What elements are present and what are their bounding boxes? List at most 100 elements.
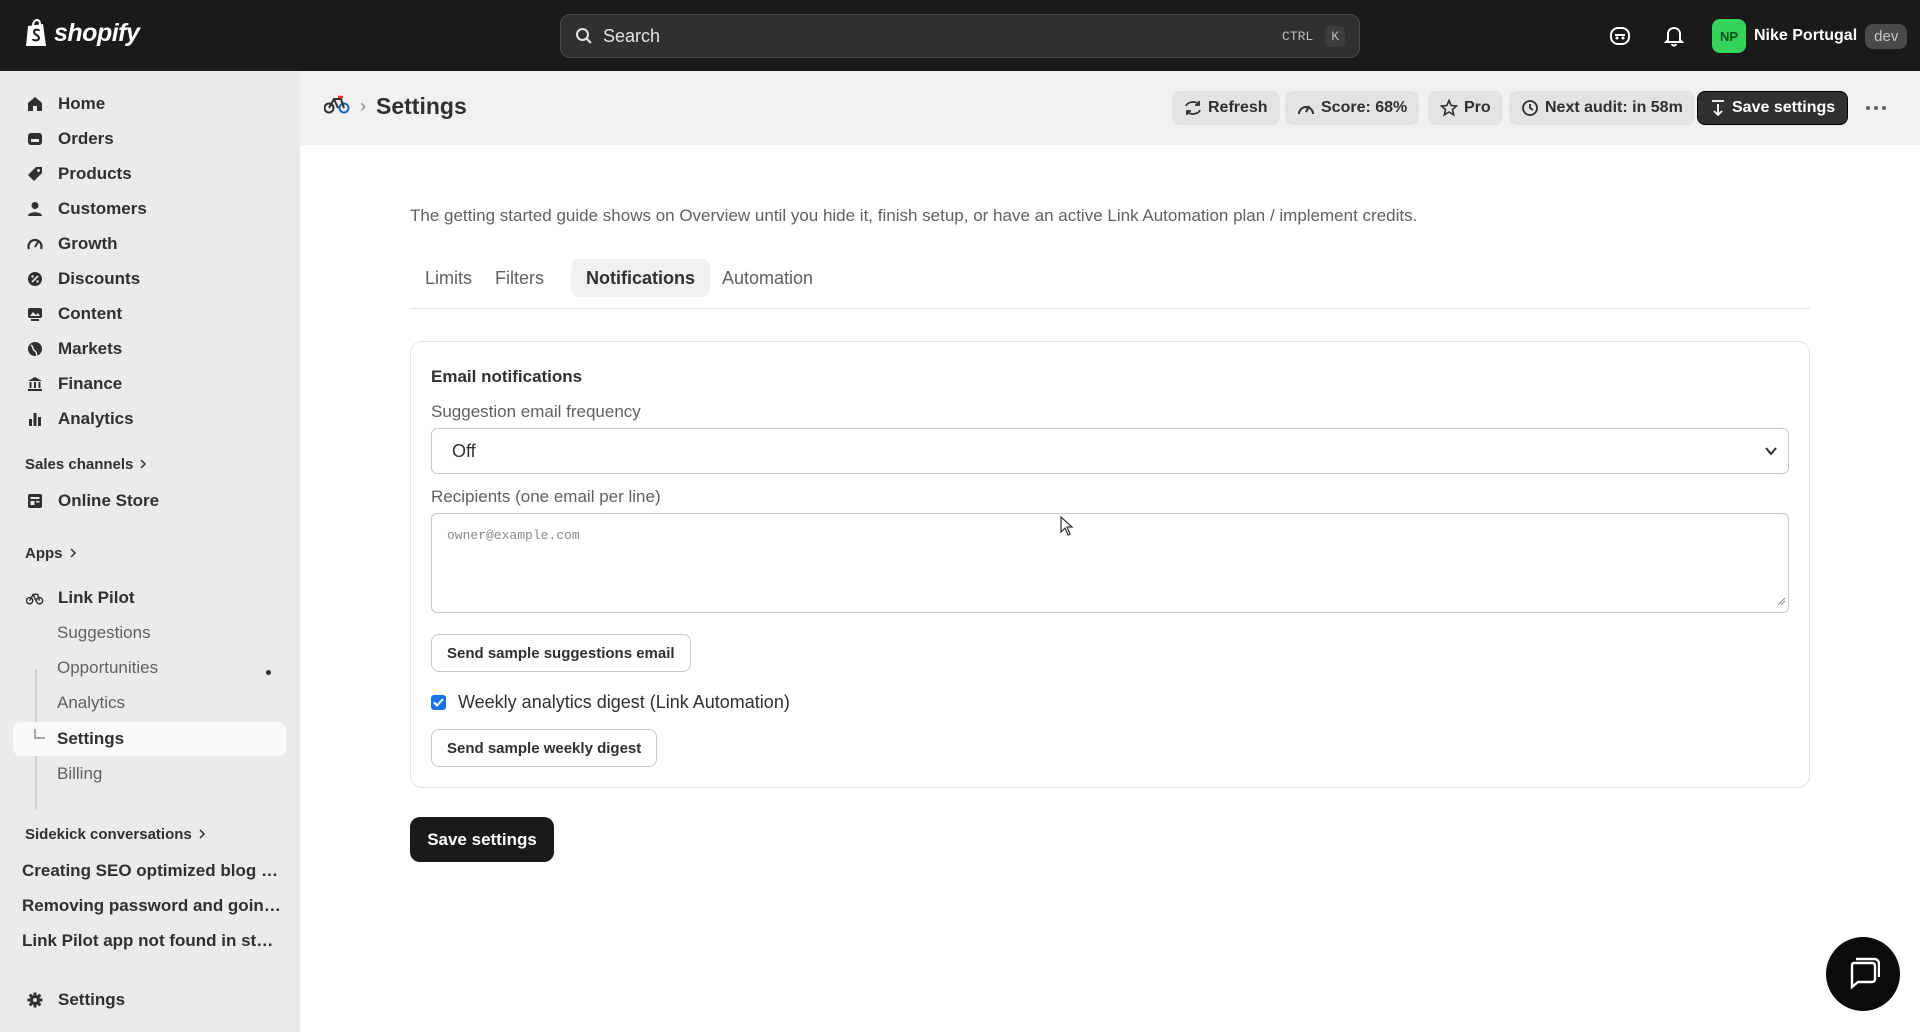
discount-icon — [26, 270, 44, 288]
section-label: Apps — [25, 545, 63, 562]
sidebar-subitem-settings[interactable]: Settings — [13, 722, 286, 756]
link-pilot-app-icon[interactable] — [323, 93, 350, 120]
score-button[interactable]: Score: 68% — [1285, 91, 1420, 125]
settings-tabs: Limits Filters Notifications Automation — [410, 259, 1810, 309]
plan-button[interactable]: Pro — [1428, 91, 1503, 125]
conversation-item[interactable]: Removing password and going... — [22, 896, 282, 916]
link-pilot-app-icon — [26, 589, 44, 607]
sidebar-item-label: Markets — [58, 339, 123, 358]
frequency-value: Off — [452, 440, 476, 461]
next-audit-label: Next audit: in 58m — [1545, 99, 1683, 116]
refresh-button[interactable]: Refresh — [1172, 91, 1280, 125]
weekly-digest-row: Weekly analytics digest (Link Automation… — [431, 692, 790, 713]
search-input[interactable]: Search — [603, 26, 1270, 47]
sidebar-item-online-store[interactable]: Online Store — [13, 484, 286, 518]
conversation-item[interactable]: Creating SEO optimized blog p... — [22, 861, 282, 881]
tab-limits[interactable]: Limits — [410, 259, 487, 297]
sidekick-icon[interactable] — [1606, 22, 1634, 50]
sidebar-subitem-label: Settings — [57, 729, 125, 748]
sidebar-item-markets[interactable]: Markets — [13, 332, 286, 366]
sidebar-subitem-billing[interactable]: Billing — [13, 757, 286, 791]
logo-text: shopify — [54, 18, 140, 47]
apps-header[interactable]: Apps — [25, 545, 77, 562]
resize-handle-icon[interactable] — [1776, 595, 1786, 610]
sidebar-item-label: Settings — [58, 990, 126, 1009]
page-header: › Settings Refresh Score: 68% Pro Next a… — [300, 71, 1920, 145]
sidebar-subitem-label: Billing — [57, 764, 103, 783]
recipients-textarea[interactable]: owner@example.com — [431, 513, 1789, 613]
gear-icon — [26, 991, 44, 1009]
shortcut-ctrl: CTRL — [1281, 28, 1314, 44]
sidekick-conversations-header[interactable]: Sidekick conversations — [25, 826, 206, 843]
top-bar: shopify Search CTRL K NP Nike Portugal d… — [0, 0, 1920, 71]
star-icon — [1440, 99, 1458, 117]
sidebar-item-label: Online Store — [58, 491, 160, 510]
globe-icon — [26, 340, 44, 358]
shopify-bag-icon — [26, 18, 46, 46]
tab-automation[interactable]: Automation — [707, 259, 828, 297]
bell-icon[interactable] — [1660, 22, 1688, 50]
send-sample-suggestions-button[interactable]: Send sample suggestions email — [431, 634, 691, 672]
tag-icon — [26, 165, 44, 183]
weekly-digest-label[interactable]: Weekly analytics digest (Link Automation… — [458, 692, 790, 713]
bank-icon — [26, 375, 44, 393]
sidebar-item-label: Discounts — [58, 269, 141, 288]
frequency-select[interactable]: Off — [431, 428, 1789, 474]
send-sample-weekly-button[interactable]: Send sample weekly digest — [431, 729, 658, 767]
sidebar-item-content[interactable]: Content — [13, 297, 286, 331]
sidebar-item-settings[interactable]: Settings — [13, 983, 286, 1017]
shortcut-k: K — [1325, 25, 1345, 47]
breadcrumb-separator: › — [360, 96, 366, 116]
sidebar-item-orders[interactable]: Orders — [13, 122, 286, 156]
sidebar-subitem-label: Opportunities — [57, 658, 159, 677]
sidebar-item-discounts[interactable]: Discounts — [13, 262, 286, 296]
shopify-logo[interactable]: shopify — [24, 18, 140, 48]
sidebar-item-products[interactable]: Products — [13, 157, 286, 191]
chevron-right-icon — [139, 456, 147, 473]
sidebar: Home Orders Products Customers Growth Di… — [0, 71, 300, 1032]
sidebar-item-analytics[interactable]: Analytics — [13, 402, 286, 436]
recipients-label: Recipients (one email per line) — [431, 487, 661, 506]
sidebar-item-link-pilot[interactable]: Link Pilot — [13, 581, 286, 615]
gauge-icon — [1298, 105, 1314, 115]
download-icon — [1712, 100, 1724, 117]
save-label: Save settings — [1732, 99, 1836, 116]
sidebar-item-finance[interactable]: Finance — [13, 367, 286, 401]
sidebar-item-label: Products — [58, 164, 132, 183]
chevron-right-icon — [69, 545, 77, 562]
sidebar-subitem-opportunities[interactable]: Opportunities — [13, 651, 286, 685]
tab-filters[interactable]: Filters — [480, 259, 559, 297]
chevron-down-icon — [1764, 442, 1778, 463]
sidebar-item-label: Content — [58, 304, 123, 323]
save-settings-button[interactable]: Save settings — [410, 817, 554, 862]
home-icon — [26, 95, 44, 113]
plan-label: Pro — [1464, 99, 1491, 116]
sidebar-item-label: Finance — [58, 374, 123, 393]
sidebar-subitem-suggestions[interactable]: Suggestions — [13, 616, 286, 650]
tab-notifications[interactable]: Notifications — [571, 259, 711, 297]
section-label: Sidekick conversations — [25, 826, 192, 843]
search-bar[interactable]: Search CTRL K — [560, 14, 1360, 58]
sidebar-item-customers[interactable]: Customers — [13, 192, 286, 226]
sidebar-item-label: Analytics — [58, 409, 134, 428]
more-actions-icon[interactable] — [1861, 95, 1891, 121]
sidebar-item-label: Home — [58, 94, 106, 113]
sidebar-subitem-label: Analytics — [57, 693, 126, 712]
user-menu[interactable]: NP Nike Portugal dev — [1712, 18, 1908, 54]
weekly-digest-checkbox[interactable] — [431, 695, 446, 710]
sidebar-subitem-analytics[interactable]: Analytics — [13, 686, 286, 720]
sidebar-item-label: Customers — [58, 199, 147, 218]
env-badge: dev — [1865, 23, 1908, 49]
sales-channels-header[interactable]: Sales channels — [25, 456, 147, 473]
sidebar-item-growth[interactable]: Growth — [13, 227, 286, 261]
clock-icon — [1522, 100, 1538, 116]
sidebar-item-home[interactable]: Home — [13, 87, 286, 121]
next-audit-button[interactable]: Next audit: in 58m — [1509, 91, 1695, 125]
page-title: Settings — [376, 93, 467, 119]
email-notifications-card: Email notifications Suggestion email fre… — [410, 341, 1810, 788]
conversation-item[interactable]: Link Pilot app not found in store — [22, 931, 282, 951]
chat-button[interactable] — [1826, 937, 1900, 1011]
score-label: Score: 68% — [1321, 99, 1408, 116]
header-save-settings-button[interactable]: Save settings — [1697, 91, 1849, 125]
gauge-icon — [26, 235, 44, 253]
